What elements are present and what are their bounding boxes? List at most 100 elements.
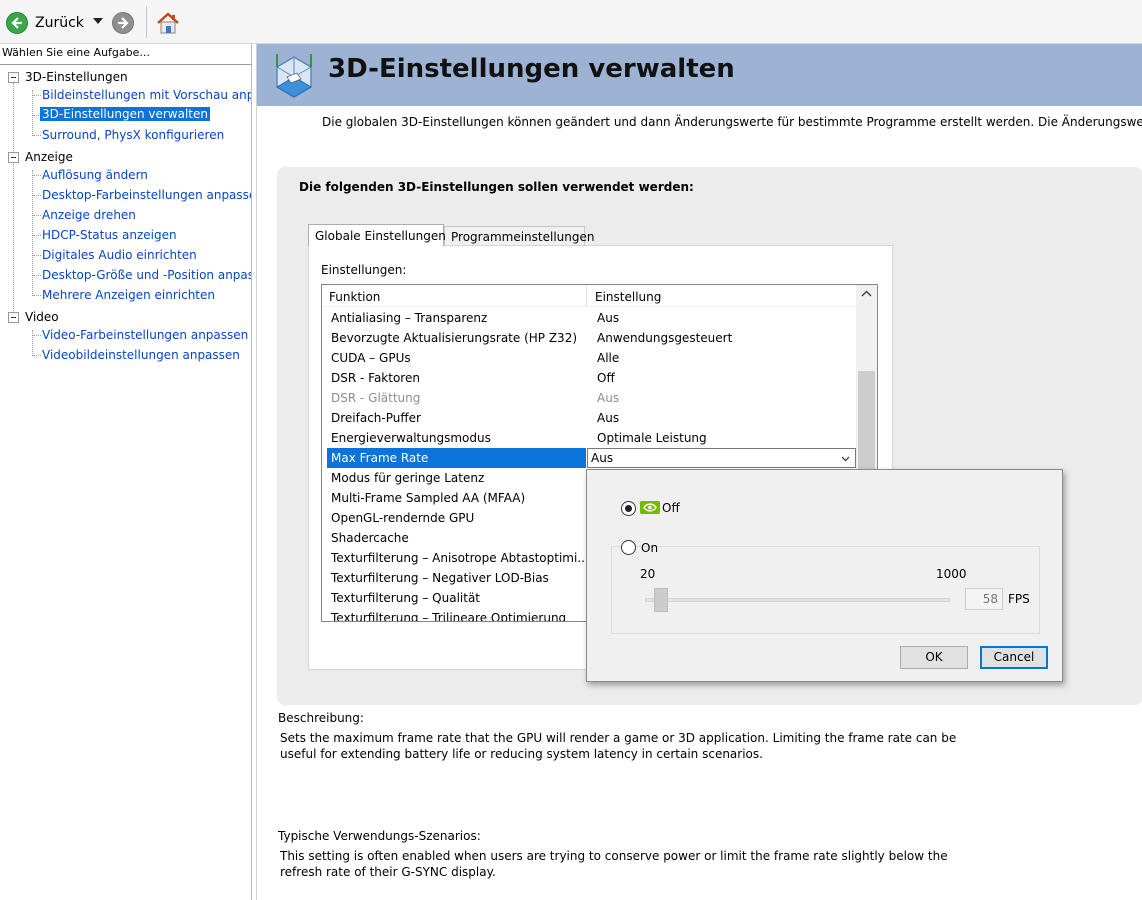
ok-button[interactable]: OK [900,646,968,669]
back-arrow-icon[interactable] [6,12,28,34]
tree-branch [33,255,41,256]
sidebar-item-rotate-display[interactable]: Anzeige drehen [42,208,136,222]
home-icon[interactable] [155,10,181,36]
collapse-video-icon[interactable] [8,312,19,323]
sidebar-item-surround-physx[interactable]: Surround, PhysX konfigurieren [42,128,224,142]
tree-branch [33,295,41,296]
row-setting: Anwendungsgesteuert [597,331,733,345]
max-frame-rate-dropdown[interactable]: Aus [587,448,856,468]
cancel-button[interactable]: Cancel [980,646,1048,669]
row-setting: Aus [597,391,620,405]
settings-label: Einstellungen: [321,263,407,277]
sidebar-item-desktop-color[interactable]: Desktop-Farbeinstellungen anpasser [42,188,251,202]
tree-branch [33,235,41,236]
fps-slider-thumb[interactable] [654,588,668,612]
row-function: Antialiasing – Transparenz [331,311,488,325]
tab-program-settings[interactable]: Programmeinstellungen [444,226,594,246]
forward-arrow-icon[interactable] [112,12,134,34]
sidebar-item-manage-3d-settings[interactable]: 3D-Einstellungen verwalten [40,107,210,121]
sidebar-item-multiple-displays[interactable]: Mehrere Anzeigen einrichten [42,288,215,302]
column-header-function[interactable]: Funktion [329,290,380,304]
row-setting: Aus [597,311,620,325]
table-row[interactable]: CUDA – GPUs Alle [322,348,856,368]
collapse-display-icon[interactable] [8,152,19,163]
table-row[interactable]: Energieverwaltungsmodus Optimale Leistun… [322,428,856,448]
description-label: Beschreibung: [278,711,364,725]
tree-line [13,83,14,319]
tree-branch [33,275,41,276]
table-row[interactable]: Antialiasing – Transparenz Aus [322,308,856,328]
row-setting: Alle [597,351,620,365]
table-row[interactable]: Dreifach-Puffer Aus [322,408,856,428]
dropdown-value: Aus [591,451,614,465]
sidebar-item-video-image[interactable]: Videobildeinstellungen anpassen [42,348,240,362]
column-header-setting[interactable]: Einstellung [595,290,661,304]
list-header: Funktion Einstellung [322,285,856,307]
sidebar-item-image-settings-preview[interactable]: Bildeinstellungen mit Vorschau anpa [42,88,251,102]
max-frame-rate-popup: Off On 20 1000 58 FPS OK Cancel [586,469,1063,682]
tree-branch [33,195,41,196]
sidebar-item-digital-audio[interactable]: Digitales Audio einrichten [42,248,197,262]
table-row[interactable]: DSR - Faktoren Off [322,368,856,388]
tree-group-video[interactable]: Video [25,310,59,324]
3d-cube-icon [276,54,312,98]
tree-line [32,170,33,296]
on-radio-label[interactable]: On [641,541,658,555]
panel-heading: Die folgenden 3D-Einstellungen sollen ve… [299,180,694,194]
description-text: Sets the maximum frame rate that the GPU… [280,731,957,761]
off-radio[interactable] [621,501,636,516]
row-function: Texturfilterung – Trilineare Optimierung [331,611,567,622]
column-separator [586,285,587,307]
tree-group-3d-settings[interactable]: 3D-Einstellungen [25,70,128,84]
table-row[interactable]: Bevorzugte Aktualisierungsrate (HP Z32) … [322,328,856,348]
back-button[interactable]: Zurück [35,15,84,31]
row-function: Dreifach-Puffer [331,411,421,425]
sidebar-item-hdcp-status[interactable]: HDCP-Status anzeigen [42,228,177,242]
table-row-selected[interactable]: Max Frame Rate Aus [322,448,856,468]
row-setting: Optimale Leistung [597,431,707,445]
tree-branch [33,335,41,336]
row-function: Multi-Frame Sampled AA (MFAA) [331,491,526,505]
tree-branch [33,215,41,216]
fps-value-input[interactable]: 58 [965,588,1003,610]
slider-min-label: 20 [640,567,656,581]
sidebar-item-desktop-size-position[interactable]: Desktop-Größe und -Position anpass [42,268,251,282]
tree-group-display[interactable]: Anzeige [25,150,73,164]
row-function: Energieverwaltungsmodus [331,431,491,445]
task-sidebar: Wählen Sie eine Aufgabe... 3D-Einstellun… [0,44,252,900]
on-radio[interactable] [621,540,636,555]
intro-text: Die globalen 3D-Einstellungen können geä… [322,115,1142,129]
scroll-up-icon[interactable] [861,289,872,298]
row-function: Texturfilterung – Anisotrope Abtastoptim… [331,551,589,565]
row-function: OpenGL-rendernde GPU [331,511,475,525]
row-function: CUDA – GPUs [331,351,411,365]
sidebar-item-video-color[interactable]: Video-Farbeinstellungen anpassen [42,328,248,342]
collapse-3d-icon[interactable] [8,72,19,83]
tree-branch [33,95,41,96]
usage-label: Typische Verwendungs-Szenarios: [278,829,481,843]
row-function: DSR - Faktoren [331,371,420,385]
toolbar-separator [146,6,147,38]
row-function: Texturfilterung – Negativer LOD-Bias [331,571,549,585]
row-setting: Off [597,371,615,385]
off-radio-label[interactable]: Off [662,501,680,515]
row-function: Modus für geringe Latenz [331,471,485,485]
fps-slider-track[interactable] [645,598,950,602]
fps-unit-label: FPS [1008,592,1030,606]
tree-branch [33,135,41,136]
sidebar-item-change-resolution[interactable]: Auflösung ändern [42,168,148,182]
table-row[interactable]: DSR - Glättung Aus [322,388,856,408]
nvidia-logo-icon [640,501,660,514]
slider-max-label: 1000 [936,567,967,581]
sidebar-header-divider [0,64,251,65]
tree-line [32,90,33,136]
history-dropdown-icon[interactable] [93,18,103,24]
row-function: Bevorzugte Aktualisierungsrate (HP Z32) [331,331,578,345]
row-function: Texturfilterung – Qualität [331,591,481,605]
tree-branch [33,175,41,176]
sidebar-header: Wählen Sie eine Aufgabe... [2,46,150,59]
tab-global-settings[interactable]: Globale Einstellungen [308,224,446,246]
row-function: DSR - Glättung [331,391,421,405]
usage-text: This setting is often enabled when users… [280,849,948,879]
tree-line [32,330,33,356]
